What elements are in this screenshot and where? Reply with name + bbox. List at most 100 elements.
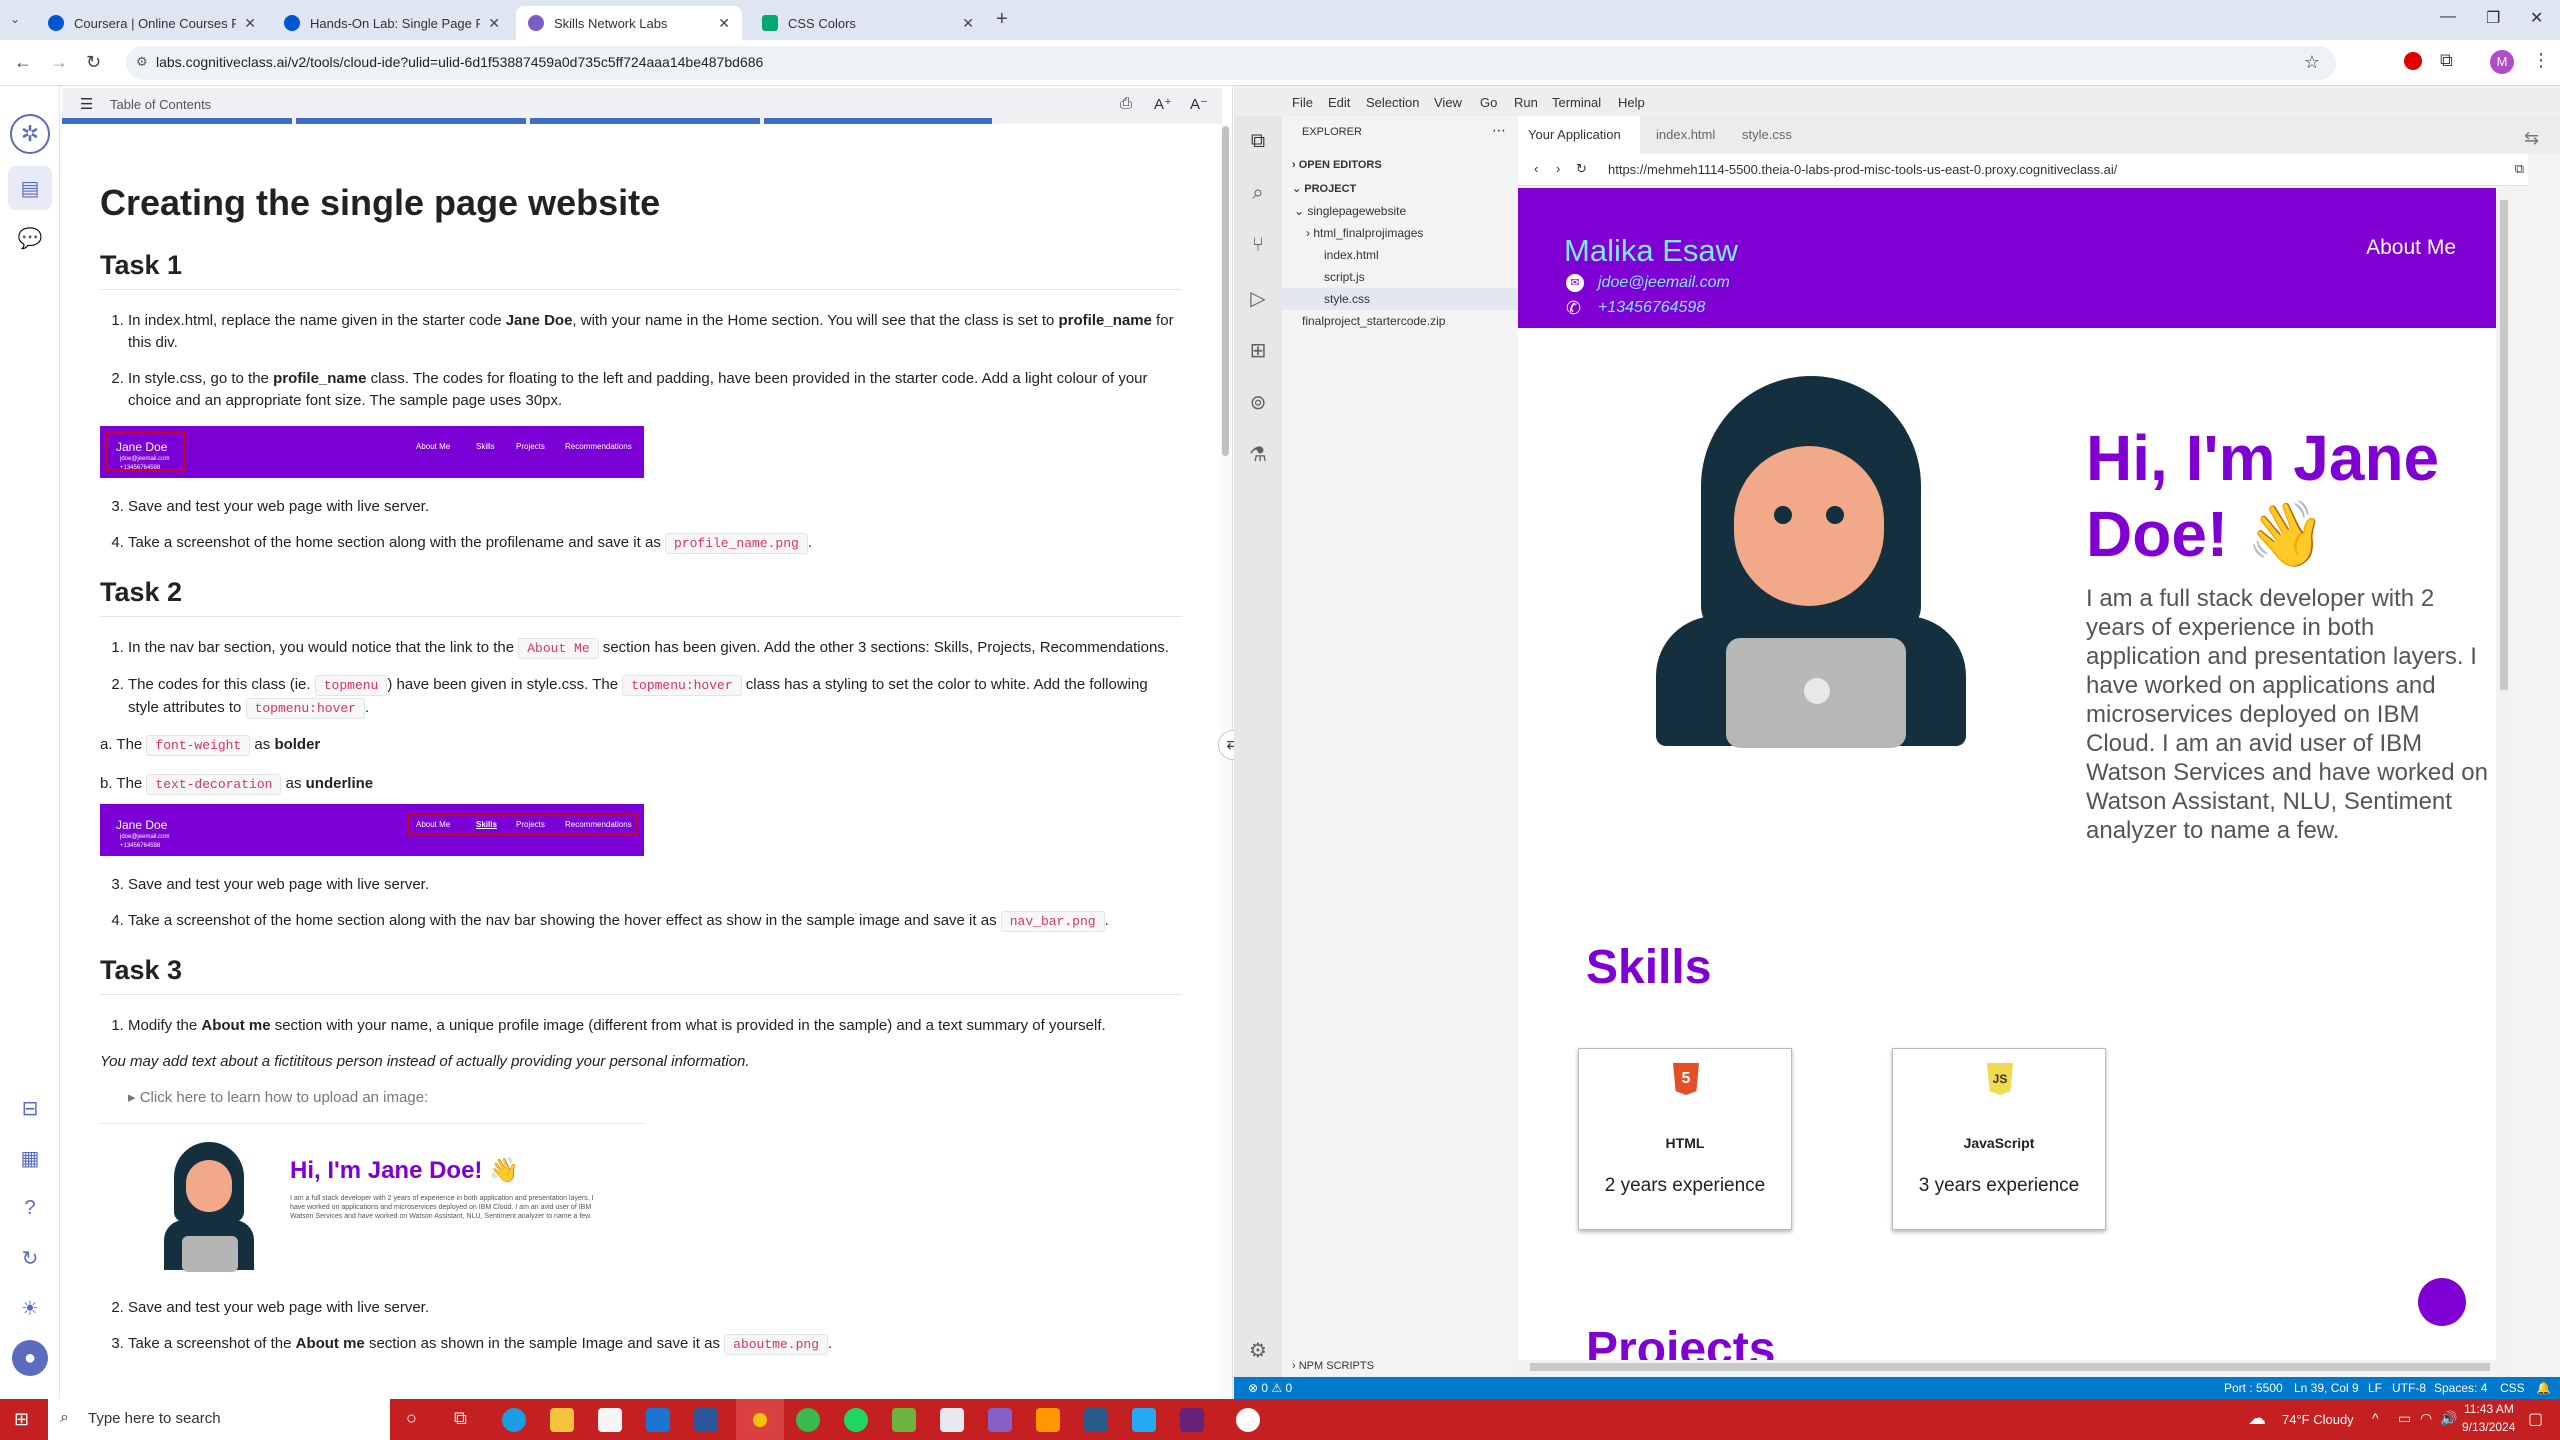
file-explorer-icon[interactable] bbox=[550, 1408, 574, 1432]
preview-back-icon[interactable]: ‹ bbox=[1534, 161, 1538, 176]
word-icon[interactable] bbox=[694, 1408, 718, 1432]
print-icon[interactable]: ⎙ bbox=[1120, 95, 1132, 112]
chrome-icon[interactable] bbox=[748, 1408, 772, 1432]
browser-tab-coursera[interactable]: Coursera | Online Courses From ✕ bbox=[36, 6, 268, 40]
profile-avatar[interactable]: M bbox=[2490, 50, 2514, 74]
dev-app-icon[interactable] bbox=[1180, 1408, 1204, 1432]
close-tab-icon[interactable]: ✕ bbox=[718, 15, 730, 32]
open-external-icon[interactable]: ⧉ bbox=[2515, 161, 2524, 177]
profile-email[interactable]: jdoe@jeemail.com bbox=[1598, 274, 1730, 292]
tree-file-script[interactable]: script.js bbox=[1282, 266, 1518, 288]
image-app-icon[interactable] bbox=[892, 1408, 916, 1432]
testing-flask-icon[interactable]: ⚗ bbox=[1246, 442, 1270, 466]
mail-icon[interactable] bbox=[646, 1408, 670, 1432]
source-control-icon[interactable]: ⑂ bbox=[1246, 234, 1270, 258]
cursor-position[interactable]: Ln 39, Col 9 bbox=[2294, 1381, 2359, 1395]
volume-icon[interactable]: 🔊 bbox=[2440, 1410, 2457, 1427]
extensions-puzzle-icon[interactable]: ⧉ bbox=[2440, 50, 2453, 71]
sublime-icon[interactable] bbox=[1036, 1408, 1060, 1432]
tab-style-css[interactable]: style.css bbox=[1732, 116, 1802, 154]
notification-center-icon[interactable]: ▢ bbox=[2528, 1409, 2543, 1429]
instructions-scroll-thumb[interactable] bbox=[1222, 126, 1229, 456]
store-icon[interactable] bbox=[598, 1408, 622, 1432]
browser-menu-icon[interactable]: ⋮ bbox=[2532, 50, 2550, 71]
bookmark-star-icon[interactable]: ☆ bbox=[2304, 52, 2320, 73]
menu-edit[interactable]: Edit bbox=[1328, 95, 1350, 110]
preview-forward-icon[interactable]: › bbox=[1556, 161, 1560, 176]
project-section[interactable]: ⌄ PROJECT bbox=[1282, 178, 1518, 200]
inbox-icon[interactable]: ⊟ bbox=[16, 1094, 44, 1122]
npm-scripts-section[interactable]: › NPM SCRIPTS bbox=[1282, 1355, 1518, 1377]
secondary-panel-icon[interactable]: ⇆ bbox=[2524, 128, 2539, 149]
preview-url[interactable]: https://mehmeh1114-5500.theia-0-labs-pro… bbox=[1608, 162, 2117, 177]
vscode-icon[interactable] bbox=[1132, 1408, 1156, 1432]
menu-terminal[interactable]: Terminal bbox=[1552, 95, 1601, 110]
clock-time[interactable]: 11:43 AM bbox=[2464, 1402, 2514, 1416]
run-debug-icon[interactable]: ▷ bbox=[1246, 286, 1270, 310]
windows-start-icon[interactable]: ⊞ bbox=[14, 1409, 29, 1430]
profile-phone[interactable]: +13456764598 bbox=[1598, 299, 1705, 317]
font-increase-icon[interactable]: A⁺ bbox=[1154, 95, 1172, 113]
network-icon[interactable]: ▭ bbox=[2398, 1410, 2411, 1427]
preview-horizontal-scrollbar[interactable] bbox=[1518, 1360, 2510, 1374]
task-view-icon[interactable]: ⧉ bbox=[454, 1408, 467, 1429]
menu-view[interactable]: View bbox=[1434, 95, 1462, 110]
edge-icon[interactable] bbox=[502, 1408, 526, 1432]
cortana-icon[interactable]: ○ bbox=[406, 1408, 417, 1429]
extensions-icon[interactable]: ⊞ bbox=[1246, 338, 1270, 362]
restore-window-icon[interactable]: ❐ bbox=[2486, 8, 2500, 28]
explorer-icon[interactable]: ⧉ bbox=[1246, 130, 1270, 154]
new-tab-icon[interactable]: + bbox=[996, 8, 1008, 31]
menu-selection[interactable]: Selection bbox=[1366, 95, 1419, 110]
toc-menu-icon[interactable]: ☰ bbox=[80, 95, 93, 113]
tray-chevron-icon[interactable]: ^ bbox=[2372, 1410, 2379, 1426]
circle-app-icon[interactable] bbox=[1236, 1408, 1260, 1432]
language-mode[interactable]: CSS bbox=[2500, 1381, 2525, 1395]
menu-help[interactable]: Help bbox=[1618, 95, 1645, 110]
open-editors-section[interactable]: › OPEN EDITORS bbox=[1282, 154, 1518, 176]
back-icon[interactable]: ← bbox=[14, 52, 32, 73]
tab-search-icon[interactable]: ⌄ bbox=[10, 12, 20, 26]
url-bar[interactable]: ⚙ labs.cognitiveclass.ai/v2/tools/cloud-… bbox=[126, 46, 2336, 80]
user-profile-icon[interactable]: ● bbox=[12, 1340, 48, 1376]
browser-tab-hands-on-lab[interactable]: Hands-On Lab: Single Page Por ✕ bbox=[272, 6, 512, 40]
problems-count[interactable]: ⊗ 0 ⚠ 0 bbox=[1248, 1381, 1292, 1395]
forward-icon[interactable]: → bbox=[50, 52, 68, 73]
notifications-bell-icon[interactable]: 🔔 bbox=[2536, 1381, 2551, 1395]
tab-your-application[interactable]: Your Application ✕ bbox=[1518, 116, 1640, 180]
sync-icon[interactable]: ↻ bbox=[16, 1244, 44, 1272]
clock-date[interactable]: 9/13/2024 bbox=[2462, 1420, 2515, 1434]
extension-red-icon[interactable] bbox=[2404, 52, 2422, 70]
browser-tab-skills-network[interactable]: Skills Network Labs ✕ bbox=[516, 6, 742, 40]
line-ending[interactable]: LF bbox=[2368, 1381, 2382, 1395]
app-c-icon[interactable] bbox=[796, 1408, 820, 1432]
live-server-port[interactable]: Port : 5500 bbox=[2224, 1381, 2283, 1395]
font-decrease-icon[interactable]: A⁻ bbox=[1190, 95, 1208, 113]
menu-go[interactable]: Go bbox=[1480, 95, 1497, 110]
tool-app-icon[interactable] bbox=[1084, 1408, 1108, 1432]
visual-studio-icon[interactable] bbox=[988, 1408, 1012, 1432]
site-info-icon[interactable]: ⚙ bbox=[136, 54, 148, 70]
spotify-icon[interactable] bbox=[844, 1408, 868, 1432]
close-tab-icon[interactable]: ✕ bbox=[488, 15, 500, 32]
file-encoding[interactable]: UTF-8 bbox=[2392, 1381, 2426, 1395]
security-app-icon[interactable] bbox=[940, 1408, 964, 1432]
help-icon[interactable]: ? bbox=[16, 1194, 44, 1222]
nav-about-me[interactable]: About Me bbox=[2366, 236, 2456, 260]
indent-spaces[interactable]: Spaces: 4 bbox=[2434, 1381, 2487, 1395]
browser-tab-css-colors[interactable]: CSS Colors ✕ bbox=[750, 6, 986, 40]
explorer-more-icon[interactable]: ⋯ bbox=[1492, 122, 1506, 139]
notes-icon[interactable]: ▦ bbox=[16, 1144, 44, 1172]
weather-text[interactable]: 74°F Cloudy bbox=[2282, 1412, 2354, 1427]
search-icon[interactable]: ⌕ bbox=[1246, 182, 1270, 206]
tree-file-zip[interactable]: finalproject_startercode.zip bbox=[1282, 310, 1518, 332]
remote-icon[interactable]: ⊚ bbox=[1246, 390, 1270, 414]
wifi-icon[interactable]: ◠ bbox=[2420, 1410, 2432, 1427]
upload-image-details[interactable]: ▸ Click here to learn how to upload an i… bbox=[100, 1087, 1182, 1109]
menu-run[interactable]: Run bbox=[1514, 95, 1538, 110]
instructions-icon[interactable]: ▤ bbox=[16, 174, 44, 202]
theme-toggle-icon[interactable]: ☀ bbox=[16, 1294, 44, 1322]
tree-folder-images[interactable]: › html_finalprojimages bbox=[1282, 222, 1518, 244]
tree-file-style[interactable]: style.css bbox=[1282, 288, 1518, 310]
menu-file[interactable]: File bbox=[1292, 95, 1313, 110]
